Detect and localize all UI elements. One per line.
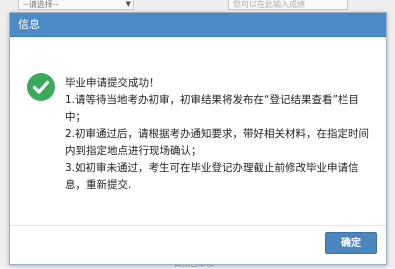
background-select[interactable]: --请选择-- ▼ (18, 0, 134, 10)
background-input[interactable]: 您可以在此输入成绩 (228, 0, 348, 10)
message-line-2: 1.请等待当地考办初审，初审结果将发布在“登记结果查看”栏目中； (65, 94, 359, 123)
dialog-title: 信息 (18, 18, 40, 31)
chevron-down-icon: ▼ (125, 0, 131, 8)
message-line-1: 毕业申请提交成功！ (65, 77, 160, 89)
background-input-placeholder: 您可以在此输入成绩 (233, 0, 305, 9)
info-dialog: 信息 毕业申请提交成功！ 1.请等待当地考办初审，初审结果将发布在“登记结果查看… (9, 12, 387, 265)
confirm-button[interactable]: 确定 (325, 232, 377, 254)
message-line-3: 2.初审通过后，请根据考办通知要求，带好相关材料，在指定时间内到指定地点进行现场… (65, 128, 370, 157)
dialog-header: 信息 (10, 13, 386, 37)
dialog-message: 毕业申请提交成功！ 1.请等待当地考办初审，初审结果将发布在“登记结果查看”栏目… (65, 75, 370, 194)
dialog-footer: 确定 (10, 225, 386, 264)
check-circle-icon (27, 73, 55, 101)
background-select-text: --请选择-- (23, 0, 59, 9)
message-line-4: 3.如初审未通过，考生可在毕业登记办理截止前修改毕业申请信息，重新提交. (65, 162, 359, 191)
